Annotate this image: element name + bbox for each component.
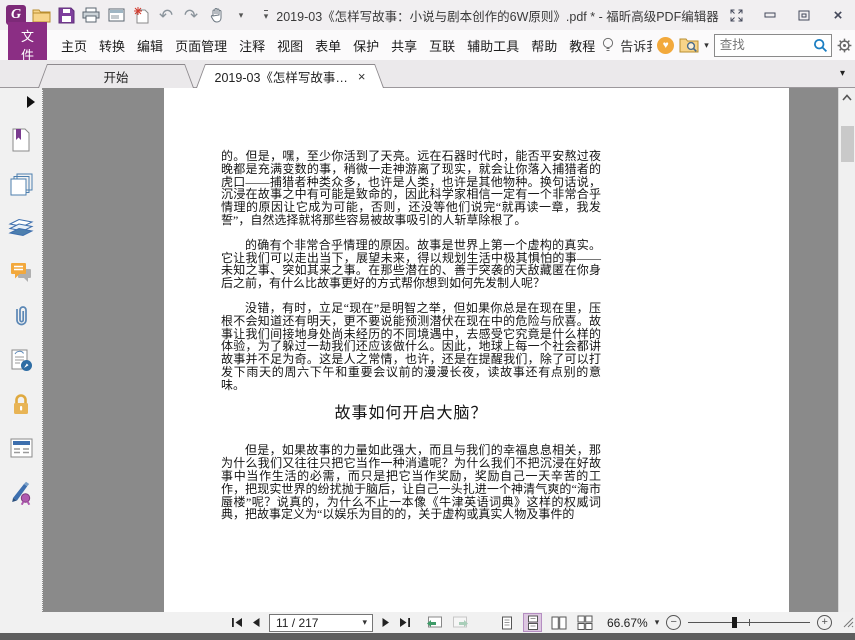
page-text: 的。但是，嘿，至少你活到了天亮。远在石器时代时，能否平安熬过夜晚都是充满变数的事… — [221, 150, 601, 533]
scrollbar-thumb[interactable] — [841, 126, 854, 162]
tell-me-label[interactable]: 告诉我 — [620, 36, 652, 55]
facing-layout-button[interactable] — [550, 614, 567, 631]
paragraph: 的。但是，嘿，至少你活到了天亮。远在石器时代时，能否平安熬过夜晚都是充满变数的事… — [221, 149, 601, 227]
title-bar: G ↶ ↷ ▾ ▾ 2019-03《怎样写故事：小说与剧本创作的6W原则》.pd… — [0, 0, 855, 30]
close-icon[interactable]: × — [821, 0, 855, 30]
document-tab-strip: 开始 2019-03《怎样写故事… × ▾ — [0, 60, 855, 88]
navigation-panel-bar — [0, 88, 43, 612]
previous-view-button[interactable] — [426, 616, 443, 629]
zoom-slider-thumb[interactable] — [732, 617, 738, 628]
menu-tab-connect[interactable]: 互联 — [426, 31, 458, 60]
next-view-button — [452, 616, 469, 629]
zoom-out-button[interactable]: − — [666, 615, 682, 630]
redo-icon[interactable]: ↷ — [181, 3, 201, 27]
expand-panel-button[interactable] — [27, 88, 42, 118]
folder-search-icon[interactable] — [679, 37, 699, 53]
email-icon[interactable] — [106, 3, 126, 27]
menu-tab-help[interactable]: 帮助 — [528, 31, 560, 60]
search-icon[interactable] — [813, 38, 828, 53]
previous-page-button[interactable] — [252, 617, 260, 628]
tab-close-icon[interactable]: × — [358, 70, 366, 83]
menu-tab-share[interactable]: 共享 — [388, 31, 420, 60]
fullscreen-icon[interactable] — [719, 0, 753, 30]
page-navigation: 11 / 217 ▾ — [231, 613, 593, 632]
continuous-layout-button[interactable] — [523, 613, 542, 632]
favorite-heart-icon[interactable]: ♥ — [657, 36, 675, 54]
restore-icon[interactable] — [787, 0, 821, 30]
single-page-layout-button[interactable] — [498, 614, 515, 631]
tab-document-label: 2019-03《怎样写故事… — [214, 71, 348, 85]
zoom-controls: 66.67% ▾ − + — [607, 615, 854, 630]
menu-tab-edit[interactable]: 编辑 — [134, 31, 166, 60]
menu-tab-convert[interactable]: 转换 — [96, 31, 128, 60]
window-controls: × — [719, 0, 855, 30]
minimize-icon[interactable] — [753, 0, 787, 30]
menu-right-tools: 告诉我 ♥ ▾ ▾ — [601, 33, 855, 57]
paragraph: 但是，如果故事的力量如此强大，而且与我们的幸福息息相关，那为什么我们又往往只把它… — [221, 443, 601, 522]
tab-start[interactable]: 开始 — [38, 64, 194, 88]
save-icon[interactable] — [56, 3, 76, 27]
form-fields-icon[interactable] — [0, 426, 42, 470]
menu-tab-form[interactable]: 表单 — [312, 31, 344, 60]
digital-signatures-icon[interactable] — [0, 338, 42, 382]
tab-document[interactable]: 2019-03《怎样写故事… × — [196, 64, 384, 88]
menu-tab-tutorial[interactable]: 教程 — [566, 31, 598, 60]
find-input[interactable] — [714, 38, 813, 52]
bookmarks-icon[interactable] — [0, 118, 42, 162]
menu-tab-home[interactable]: 主页 — [58, 31, 90, 60]
zoom-in-button[interactable]: + — [817, 615, 833, 630]
comments-icon[interactable] — [0, 250, 42, 294]
tab-start-label: 开始 — [103, 71, 129, 85]
first-page-button[interactable] — [231, 617, 243, 628]
undo-icon[interactable]: ↶ — [156, 3, 176, 27]
layers-icon[interactable] — [0, 206, 42, 250]
menu-tab-protect[interactable]: 保护 — [350, 31, 382, 60]
folder-search-dropdown[interactable]: ▾ — [704, 40, 709, 51]
page-thumbnails-icon[interactable] — [0, 162, 42, 206]
find-box — [713, 33, 832, 57]
menu-tab-comment[interactable]: 注释 — [236, 31, 268, 60]
attachments-icon[interactable] — [0, 294, 42, 338]
continuous-facing-layout-button[interactable] — [576, 614, 593, 631]
ribbon-menu-bar: 文件 主页 转换 编辑 页面管理 注释 视图 表单 保护 共享 互联 辅助工具 … — [0, 22, 855, 68]
tab-list-dropdown[interactable]: ▾ — [840, 68, 845, 79]
menu-tab-page-organize[interactable]: 页面管理 — [172, 31, 230, 60]
menu-tab-accessibility[interactable]: 辅助工具 — [464, 31, 522, 60]
pdf-page[interactable]: 的。但是，嘿，至少你活到了天亮。远在石器时代时，能否平安熬过夜晚都是充满变数的事… — [164, 88, 789, 612]
next-page-button[interactable] — [382, 617, 390, 628]
expand-arrow-icon — [27, 96, 35, 108]
zoom-slider[interactable] — [688, 615, 811, 630]
hand-tool-dropdown[interactable]: ▾ — [231, 3, 251, 27]
new-document-icon[interactable] — [131, 3, 151, 27]
paragraph: 的确有个非常合乎情理的原因。故事是世界上第一个虚构的真实。它让我们可以走出当下，… — [221, 237, 601, 291]
window-title: 2019-03《怎样写故事：小说与剧本创作的6W原则》.pdf * - 福昕高级… — [276, 9, 719, 24]
lightbulb-icon[interactable] — [601, 37, 615, 53]
window-bottom-edge — [0, 633, 855, 640]
page-number-value: 11 / 217 — [276, 615, 319, 630]
page-number-box[interactable]: 11 / 217 ▾ — [269, 613, 373, 632]
hand-tool-icon[interactable] — [206, 3, 226, 27]
section-heading: 故事如何开启大脑？ — [334, 404, 488, 422]
zoom-level-value: 66.67% — [607, 615, 648, 630]
main-area: 的。但是，嘿，至少你活到了天亮。远在石器时代时，能否平安熬过夜晚都是充满变数的事… — [0, 88, 855, 612]
sign-icon[interactable] — [0, 470, 42, 514]
gear-icon[interactable] — [837, 38, 852, 53]
scroll-up-icon[interactable] — [842, 94, 852, 101]
last-page-button[interactable] — [399, 617, 411, 628]
status-bar: 11 / 217 ▾ 66.67% ▾ − + — [0, 612, 855, 633]
vertical-scrollbar[interactable] — [838, 88, 855, 612]
page-number-dropdown[interactable]: ▾ — [362, 617, 372, 628]
paragraph: 没错，有时，立足“现在”是明智之举，但如果你总是在现在里，压根不会知道还有明天，… — [221, 300, 601, 392]
resize-grip-icon[interactable] — [843, 617, 854, 628]
document-view[interactable]: 的。但是，嘿，至少你活到了天亮。远在石器时代时，能否平安熬过夜晚都是充满变数的事… — [43, 88, 838, 612]
customize-toolbar-dropdown[interactable]: ▾ — [256, 3, 276, 27]
menu-tab-view[interactable]: 视图 — [274, 31, 306, 60]
print-icon[interactable] — [81, 3, 101, 27]
security-lock-icon[interactable] — [0, 382, 42, 426]
zoom-level-dropdown[interactable]: ▾ — [655, 617, 660, 628]
